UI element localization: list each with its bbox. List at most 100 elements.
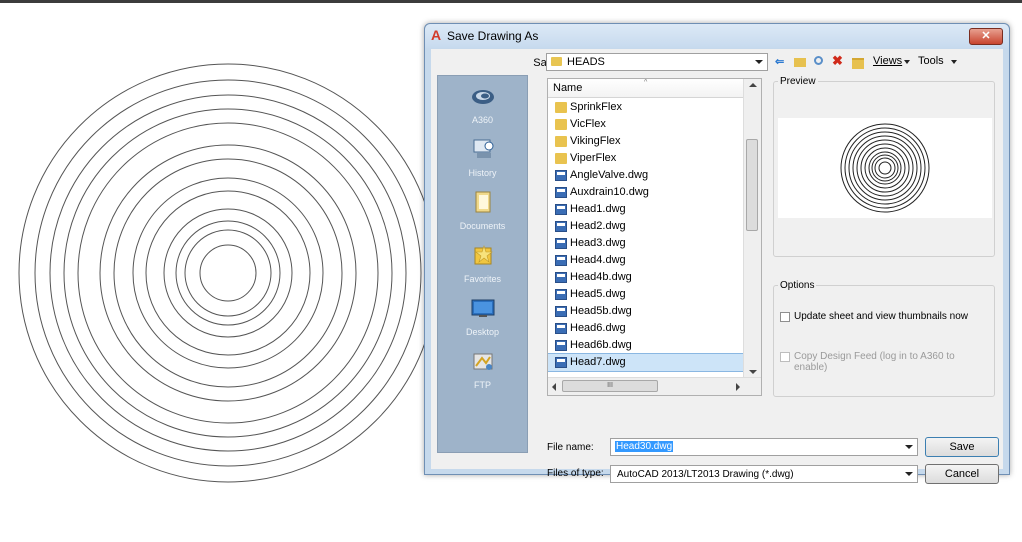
item-name: VikingFlex <box>570 135 621 147</box>
item-name: Head1.dwg <box>570 203 626 215</box>
dwg-file-icon <box>555 170 567 181</box>
place-desktop[interactable]: Desktop <box>438 292 527 344</box>
circle-13 <box>18 63 438 483</box>
preview-circle-11 <box>840 123 930 213</box>
new-folder-icon[interactable] <box>851 55 865 69</box>
circle-11 <box>49 94 407 452</box>
preview-circle-6 <box>860 143 910 193</box>
list-item[interactable]: Head5.dwg <box>548 286 744 303</box>
favorites-icon <box>474 245 493 265</box>
preview-circle-5 <box>864 147 906 189</box>
file-name-field[interactable]: Head30.dwg <box>610 438 918 456</box>
save-button[interactable]: Save <box>925 437 999 457</box>
dwg-file-icon <box>555 204 567 215</box>
place-documents[interactable]: Documents <box>438 186 527 238</box>
circle-7 <box>113 158 343 388</box>
item-name: VicFlex <box>570 118 606 130</box>
place-a360[interactable]: A360 <box>438 80 527 132</box>
close-button[interactable]: ✕ <box>969 28 1003 45</box>
list-item-selected[interactable]: Head7.dwg <box>548 353 745 372</box>
list-item[interactable]: Head4b.dwg <box>548 269 744 286</box>
item-name: Head2.dwg <box>570 220 626 232</box>
dialog-toolbar: ⇐ ✖ Views Tools <box>773 53 1001 71</box>
scroll-thumb[interactable] <box>746 139 758 231</box>
circle-5 <box>145 190 311 356</box>
preview-thumbnail <box>840 123 930 213</box>
places-bar: A360 History Documents Favorites Desktop… <box>437 75 528 453</box>
item-name: Head3.dwg <box>570 237 626 249</box>
list-item[interactable]: Head6.dwg <box>548 320 744 337</box>
back-arrow-icon[interactable]: ⇐ <box>775 55 789 69</box>
update-thumbnails-label[interactable]: Update sheet and view thumbnails now <box>794 311 984 322</box>
item-name: Head4.dwg <box>570 254 626 266</box>
chevron-down-icon[interactable] <box>905 445 913 449</box>
list-item[interactable]: VikingFlex <box>548 133 744 150</box>
item-name: Head5b.dwg <box>570 305 632 317</box>
preview-circle-3 <box>871 154 899 182</box>
place-history[interactable]: History <box>438 133 527 185</box>
dwg-file-icon <box>555 357 567 368</box>
file-type-value: AutoCAD 2013/LT2013 Drawing (*.dwg) <box>617 469 794 480</box>
place-label: Desktop <box>465 327 500 337</box>
horizontal-scrollbar[interactable]: III <box>548 377 761 395</box>
column-header-label: Name <box>553 82 583 94</box>
place-label: A360 <box>471 115 494 125</box>
circle-12 <box>34 79 422 467</box>
item-name: SprinkFlex <box>570 101 622 113</box>
list-item[interactable]: Head2.dwg <box>548 218 744 235</box>
circle-2 <box>184 229 272 317</box>
chevron-down-icon[interactable] <box>905 472 913 476</box>
folder-icon <box>551 57 562 66</box>
views-menu[interactable]: Views <box>873 55 902 69</box>
circle-8 <box>99 144 357 402</box>
place-ftp[interactable]: FTP <box>438 345 527 397</box>
tools-menu[interactable]: Tools <box>918 55 944 69</box>
views-dropdown-arrow-icon[interactable] <box>904 60 910 64</box>
item-name: Head6b.dwg <box>570 339 632 351</box>
search-web-icon[interactable] <box>813 55 827 69</box>
list-item[interactable]: AngleValve.dwg <box>548 167 744 184</box>
horizontal-scroll-thumb[interactable]: III <box>562 380 658 392</box>
circle-4 <box>163 208 293 338</box>
list-item[interactable]: Head1.dwg <box>548 201 744 218</box>
list-item[interactable]: Head3.dwg <box>548 235 744 252</box>
dwg-file-icon <box>555 272 567 283</box>
preview-group: Preview <box>773 76 995 257</box>
delete-icon[interactable]: ✖ <box>832 53 846 68</box>
dwg-file-icon <box>555 221 567 232</box>
list-item[interactable]: Auxdrain10.dwg <box>548 184 744 201</box>
file-name-value[interactable]: Head30.dwg <box>615 441 674 452</box>
list-item[interactable]: VicFlex <box>548 116 744 133</box>
circle-1 <box>199 244 257 302</box>
preview-circle-9 <box>848 131 922 205</box>
list-item[interactable]: Head4.dwg <box>548 252 744 269</box>
save-in-value: HEADS <box>567 56 605 68</box>
chevron-down-icon[interactable] <box>755 60 763 64</box>
options-group: Options Update sheet and view thumbnails… <box>773 280 995 397</box>
concentric-circles-drawing <box>18 63 438 483</box>
file-type-dropdown[interactable]: AutoCAD 2013/LT2013 Drawing (*.dwg) <box>610 465 918 483</box>
list-item[interactable]: ViperFlex <box>548 150 744 167</box>
scroll-down-arrow-icon[interactable] <box>749 370 757 374</box>
list-item[interactable]: Head5b.dwg <box>548 303 744 320</box>
up-one-level-icon[interactable] <box>793 55 807 69</box>
preview-circle-2 <box>874 157 896 179</box>
sort-ascending-icon: ^ <box>644 79 648 86</box>
vertical-scrollbar[interactable] <box>743 79 761 378</box>
ftp-icon <box>473 353 493 370</box>
list-item[interactable]: SprinkFlex <box>548 99 744 116</box>
save-in-dropdown[interactable]: HEADS <box>546 53 768 71</box>
cancel-button[interactable]: Cancel <box>925 464 999 484</box>
place-favorites[interactable]: Favorites <box>438 239 527 291</box>
update-thumbnails-checkbox[interactable] <box>780 312 790 322</box>
name-column-header[interactable]: Name ^ <box>548 79 744 98</box>
scroll-right-arrow-icon[interactable] <box>736 383 740 391</box>
scroll-up-arrow-icon[interactable] <box>749 83 757 87</box>
documents-icon <box>475 191 491 213</box>
tools-dropdown-arrow-icon[interactable] <box>951 60 957 64</box>
list-item[interactable]: Head6b.dwg <box>548 337 744 354</box>
title-bar[interactable]: A Save Drawing As ✕ <box>425 24 1009 48</box>
item-name: Head5.dwg <box>570 288 626 300</box>
preview-label: Preview <box>778 76 818 87</box>
scroll-left-arrow-icon[interactable] <box>552 383 556 391</box>
